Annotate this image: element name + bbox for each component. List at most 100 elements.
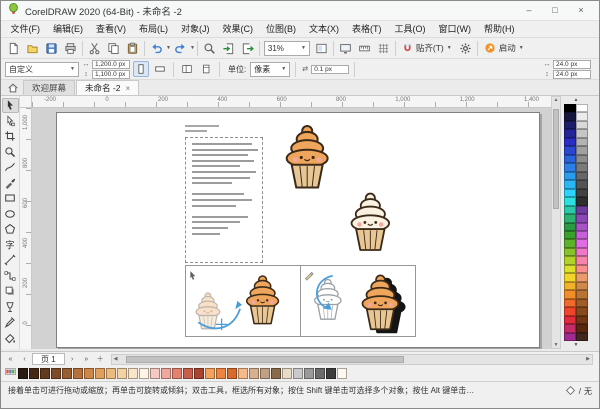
import-button[interactable] xyxy=(219,39,238,58)
palette-scroll-up-icon[interactable]: ▲ xyxy=(574,96,579,104)
color-swatch[interactable] xyxy=(564,299,576,307)
color-swatch[interactable] xyxy=(576,121,588,129)
menu-item-11[interactable]: 窗口(W) xyxy=(432,21,478,37)
doc-color-swatch[interactable] xyxy=(128,368,138,379)
doc-color-swatch[interactable] xyxy=(315,368,325,379)
previous-page-button[interactable]: ‹ xyxy=(18,353,31,365)
horizontal-scroll-thumb[interactable] xyxy=(126,356,405,363)
color-swatch[interactable] xyxy=(576,290,588,298)
menu-item-8[interactable]: 文本(X) xyxy=(303,21,346,37)
color-swatch[interactable] xyxy=(564,231,576,239)
duplicate-x-input[interactable]: 24.0 px xyxy=(553,60,591,69)
palette-scroll-down-icon[interactable]: ▼ xyxy=(574,341,579,349)
color-swatch[interactable] xyxy=(576,197,588,205)
doc-color-swatch[interactable] xyxy=(271,368,281,379)
color-swatch[interactable] xyxy=(564,138,576,146)
tool-shape[interactable] xyxy=(2,114,19,129)
doc-color-swatch[interactable] xyxy=(238,368,248,379)
drawing-canvas[interactable] xyxy=(32,108,551,349)
color-swatch[interactable] xyxy=(576,239,588,247)
tool-crop[interactable] xyxy=(2,129,19,144)
duplicate-y-input[interactable]: 24.0 px xyxy=(553,70,591,79)
snap-dropdown[interactable]: 贴齐(T)▼ xyxy=(398,39,456,58)
undo-button[interactable] xyxy=(147,39,166,58)
grid-button[interactable] xyxy=(374,39,393,58)
home-tab-button[interactable] xyxy=(3,80,23,95)
color-swatch[interactable] xyxy=(564,307,576,315)
doc-color-swatch[interactable] xyxy=(139,368,149,379)
launch-dropdown[interactable]: 启动▼ xyxy=(480,39,528,58)
cut-button[interactable] xyxy=(85,39,104,58)
color-swatch[interactable] xyxy=(576,146,588,154)
doc-color-swatch[interactable] xyxy=(337,368,347,379)
horizontal-scrollbar[interactable]: ◀ ▶ xyxy=(111,354,593,365)
color-swatch[interactable] xyxy=(564,163,576,171)
nudge-input[interactable]: 0.1 px xyxy=(311,65,349,74)
cupcake-shadow-artwork[interactable] xyxy=(353,271,411,334)
demo-box-shadow[interactable] xyxy=(300,265,416,337)
color-swatch[interactable] xyxy=(576,324,588,332)
doc-color-swatch[interactable] xyxy=(249,368,259,379)
tool-dimension[interactable] xyxy=(2,253,19,268)
cupcake-ghost-artwork[interactable] xyxy=(191,290,227,332)
tool-drop-shadow[interactable] xyxy=(2,284,19,299)
doc-color-swatch[interactable] xyxy=(304,368,314,379)
color-swatch[interactable] xyxy=(564,239,576,247)
scroll-left-icon[interactable]: ◀ xyxy=(114,356,118,362)
cupcake-orange-artwork[interactable] xyxy=(277,121,341,193)
color-swatch[interactable] xyxy=(564,112,576,120)
tool-transparency[interactable] xyxy=(2,300,19,315)
color-swatch[interactable] xyxy=(576,180,588,188)
doc-color-swatch[interactable] xyxy=(194,368,204,379)
doc-color-swatch[interactable] xyxy=(172,368,182,379)
doc-color-swatch[interactable] xyxy=(18,368,28,379)
tool-interactive-fill[interactable] xyxy=(2,331,19,346)
add-page-button[interactable]: ＋ xyxy=(94,353,107,365)
chevron-down-icon[interactable]: ▼ xyxy=(190,45,195,51)
color-swatch[interactable] xyxy=(564,172,576,180)
menu-item-4[interactable]: 布局(L) xyxy=(133,21,175,37)
doc-color-swatch[interactable] xyxy=(73,368,83,379)
doc-color-swatch[interactable] xyxy=(117,368,127,379)
open-folder-button[interactable] xyxy=(23,39,42,58)
cupcake-outline-artwork[interactable] xyxy=(309,276,349,323)
doc-color-swatch[interactable] xyxy=(326,368,336,379)
color-swatch[interactable] xyxy=(564,248,576,256)
vertical-ruler[interactable]: 1,0008006004002000 xyxy=(20,108,32,349)
menu-item-6[interactable]: 效果(C) xyxy=(216,21,260,37)
doc-color-swatch[interactable] xyxy=(84,368,94,379)
color-swatch[interactable] xyxy=(576,155,588,163)
doc-color-swatch[interactable] xyxy=(106,368,116,379)
tool-zoom[interactable] xyxy=(2,145,19,160)
page-preset-select[interactable]: 自定义▼ xyxy=(5,62,79,77)
doc-color-swatch[interactable] xyxy=(183,368,193,379)
color-swatch[interactable] xyxy=(576,256,588,264)
page-height-input[interactable]: 1,100.0 px xyxy=(92,70,130,79)
landscape-button[interactable] xyxy=(152,61,168,77)
color-swatch[interactable] xyxy=(564,155,576,163)
color-swatch[interactable] xyxy=(564,180,576,188)
horizontal-ruler[interactable]: -20002004006008001,0001,2001,400 xyxy=(32,96,551,108)
close-tab-icon[interactable]: × xyxy=(125,84,130,93)
color-swatch[interactable] xyxy=(576,172,588,180)
cupcake-cream-artwork[interactable] xyxy=(343,189,401,255)
color-swatch[interactable] xyxy=(564,197,576,205)
color-swatch[interactable] xyxy=(564,265,576,273)
next-page-button[interactable]: › xyxy=(66,353,79,365)
ruler-origin-corner[interactable] xyxy=(20,96,32,108)
all-pages-button[interactable] xyxy=(179,61,195,77)
page-view-button[interactable] xyxy=(312,39,331,58)
menu-item-3[interactable]: 查看(V) xyxy=(90,21,133,37)
color-swatch[interactable] xyxy=(576,248,588,256)
tool-ellipse[interactable] xyxy=(2,207,19,222)
color-swatch[interactable] xyxy=(564,129,576,137)
scroll-right-icon[interactable]: ▶ xyxy=(586,356,590,362)
last-page-button[interactable]: » xyxy=(80,353,93,365)
tab-welcome-screen[interactable]: 欢迎屏幕 xyxy=(23,80,75,95)
export-button[interactable] xyxy=(238,39,257,58)
doc-color-swatch[interactable] xyxy=(227,368,237,379)
color-swatch[interactable] xyxy=(576,273,588,281)
color-swatch[interactable] xyxy=(576,138,588,146)
tool-connector[interactable] xyxy=(2,269,19,284)
copy-button[interactable] xyxy=(104,39,123,58)
